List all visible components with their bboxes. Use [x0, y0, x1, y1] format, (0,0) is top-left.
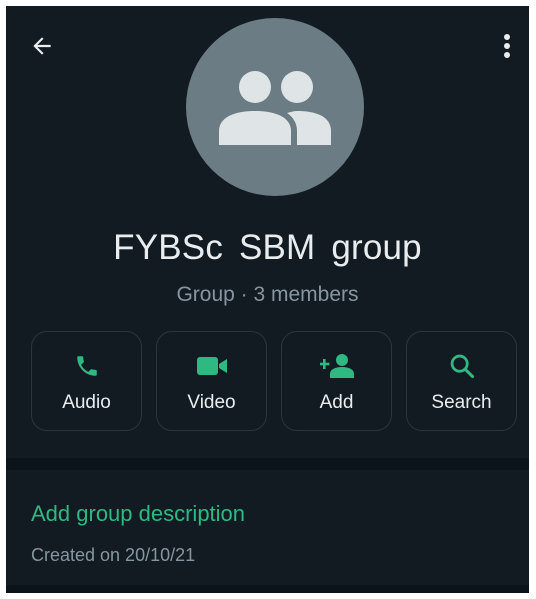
more-vertical-icon	[504, 34, 510, 58]
video-call-button[interactable]: Video	[156, 331, 267, 431]
section-divider	[6, 458, 529, 470]
group-info-screen: FYBSc SBM group Group · 3 members Audio …	[6, 6, 529, 593]
arrow-left-icon	[33, 37, 51, 55]
group-subtitle: Group · 3 members	[176, 283, 359, 306]
created-date: Created on 20/10/21	[31, 545, 196, 565]
bottom-divider	[6, 585, 529, 593]
audio-call-button[interactable]: Audio	[31, 331, 142, 431]
search-label: Search	[431, 392, 492, 413]
add-group-description-link[interactable]: Add group description	[31, 501, 245, 527]
add-participant-button[interactable]: Add	[281, 331, 392, 431]
add-person-icon	[319, 354, 354, 378]
audio-label: Audio	[62, 392, 111, 413]
back-button[interactable]	[24, 28, 60, 64]
group-icon	[219, 71, 331, 145]
search-button[interactable]: Search	[406, 331, 517, 431]
phone-icon	[76, 356, 97, 376]
video-label: Video	[187, 392, 236, 413]
group-name[interactable]: FYBSc SBM group	[6, 228, 529, 268]
group-avatar[interactable]	[186, 18, 364, 196]
search-icon	[450, 354, 474, 379]
action-buttons-row: Audio Video Add Search	[31, 331, 520, 433]
description-section: Add group description Created on 20/10/2…	[6, 470, 529, 585]
video-camera-icon	[196, 357, 227, 375]
more-options-button[interactable]	[493, 28, 521, 64]
add-label: Add	[319, 392, 354, 413]
